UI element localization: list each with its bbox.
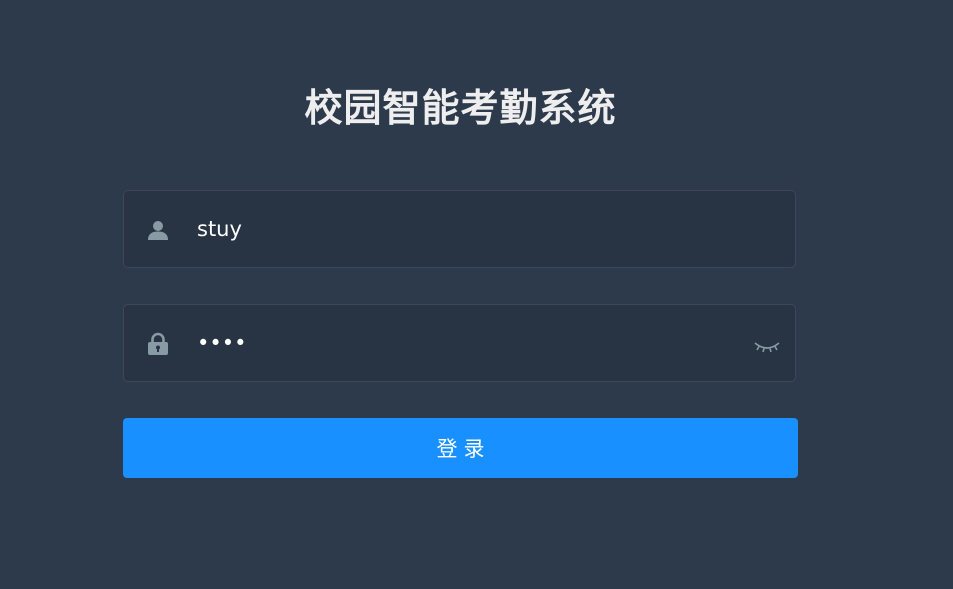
eye-closed-icon[interactable] [753,335,781,355]
password-field [123,304,796,382]
login-button[interactable]: 登录 [123,418,798,478]
user-icon [146,218,170,242]
page-title: 校园智能考勤系统 [304,86,617,130]
password-input[interactable] [197,305,737,381]
username-field [123,190,796,268]
username-input[interactable] [197,191,737,267]
lock-icon [146,332,170,356]
